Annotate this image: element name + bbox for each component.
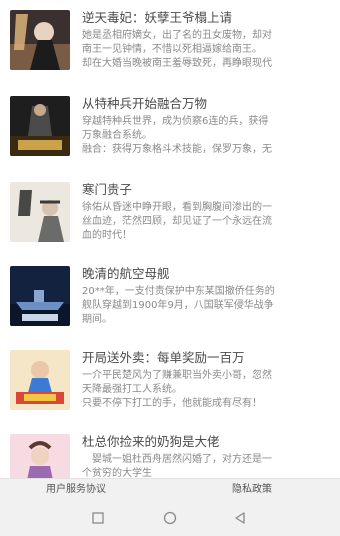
book-item[interactable]: 寒门贵子 徐佑从昏迷中睁开眼，看到胸腹间渗出的一 丝血迹，茫然四顾，却见证了一个… — [10, 182, 330, 262]
book-title[interactable]: 从特种兵开始融合万物 — [82, 96, 330, 112]
square-icon[interactable] — [88, 508, 108, 528]
description-line: 万象融合系统。 — [82, 130, 152, 141]
book-cover[interactable] — [10, 10, 70, 70]
description-line: 个贫穷的大学生 — [82, 468, 152, 478]
book-item[interactable]: 逆天毒妃：妖孽王爷榻上请 她是丞相府嫡女，出了名的丑女废物，却对 南王一见钟情，… — [10, 10, 330, 90]
book-cover[interactable] — [10, 434, 70, 478]
user-agreement-link[interactable]: 用户服务协议 — [46, 482, 106, 498]
book-item[interactable]: 从特种兵开始融合万物 穿越特种兵世界，成为侦察6连的兵，获得 万象融合系统。 融… — [10, 96, 330, 176]
privacy-policy-link[interactable]: 隐私政策 — [232, 482, 272, 498]
book-cover[interactable] — [10, 266, 70, 326]
description-line: 20**年，一支付责保护中东某国撤侨任务的 — [82, 286, 275, 297]
book-cover[interactable] — [10, 182, 70, 242]
book-item[interactable]: 开局送外卖：每单奖励一百万 一介平民楚风为了赚兼职当外卖小哥，忽然 天降最强打工… — [10, 350, 330, 430]
description-line: 丝血迹，茫然四顾，却见证了一个永远在流 — [82, 216, 272, 227]
book-item[interactable]: 晚清的航空母舰 20**年，一支付责保护中东某国撤侨任务的 舰队穿越到1900年… — [10, 266, 330, 346]
book-title[interactable]: 杜总你捡来的奶狗是大佬 — [82, 434, 330, 450]
book-description: 穿越特种兵世界，成为侦察6连的兵，获得 万象融合系统。 融合：获得万象格斗术技能… — [82, 115, 330, 157]
book-item[interactable]: 杜总你捡来的奶狗是大佬 婴城一姐杜西舟居然闪婚了，对方还是一 个贫穷的大学生 — [10, 434, 330, 478]
description-line: 婴城一姐杜西舟居然闪婚了，对方还是一 — [82, 454, 272, 465]
book-info: 逆天毒妃：妖孽王爷榻上请 她是丞相府嫡女，出了名的丑女废物，却对 南王一见钟情，… — [82, 10, 330, 71]
book-info: 从特种兵开始融合万物 穿越特种兵世界，成为侦察6连的兵，获得 万象融合系统。 融… — [82, 96, 330, 157]
description-line: 却在大婚当晚被南王羞辱致死，再睁眼现代 — [82, 58, 272, 69]
book-title[interactable]: 晚清的航空母舰 — [82, 266, 330, 282]
app-screen: 逆天毒妃：妖孽王爷榻上请 她是丞相府嫡女，出了名的丑女废物，却对 南王一见钟情，… — [0, 0, 340, 536]
book-info: 晚清的航空母舰 20**年，一支付责保护中东某国撤侨任务的 舰队穿越到1900年… — [82, 266, 330, 327]
book-description: 徐佑从昏迷中睁开眼，看到胸腹间渗出的一 丝血迹，茫然四顾，却见证了一个永远在流 … — [82, 201, 330, 243]
book-info: 杜总你捡来的奶狗是大佬 婴城一姐杜西舟居然闪婚了，对方还是一 个贫穷的大学生 — [82, 434, 330, 478]
description-line: 期间。 — [82, 314, 112, 325]
book-info: 寒门贵子 徐佑从昏迷中睁开眼，看到胸腹间渗出的一 丝血迹，茫然四顾，却见证了一个… — [82, 182, 330, 243]
description-line: 她是丞相府嫡女，出了名的丑女废物，却对 — [82, 30, 272, 41]
book-description: 婴城一姐杜西舟居然闪婚了，对方还是一 个贫穷的大学生 — [82, 453, 330, 478]
system-navigation-bar — [0, 500, 340, 536]
book-cover[interactable] — [10, 350, 70, 410]
description-line: 天降最强打工人系统。 — [82, 384, 182, 395]
book-title[interactable]: 开局送外卖：每单奖励一百万 — [82, 350, 330, 366]
book-title[interactable]: 寒门贵子 — [82, 182, 330, 198]
description-line: 穿越特种兵世界，成为侦察6连的兵，获得 — [82, 116, 269, 127]
footer-bar: 用户服务协议 隐私政策 — [0, 478, 340, 501]
book-description: 她是丞相府嫡女，出了名的丑女废物，却对 南王一见钟情，不惜以死相逼嫁给南王。 却… — [82, 29, 330, 71]
description-line: 舰队穿越到1900年9月，八国联军侵华战争 — [82, 300, 274, 311]
description-line: 一介平民楚风为了赚兼职当外卖小哥，忽然 — [82, 370, 272, 381]
book-info: 开局送外卖：每单奖励一百万 一介平民楚风为了赚兼职当外卖小哥，忽然 天降最强打工… — [82, 350, 330, 411]
book-description: 20**年，一支付责保护中东某国撤侨任务的 舰队穿越到1900年9月，八国联军侵… — [82, 285, 330, 327]
description-line: 只要不停下打工的手，他就能成有尽有！ — [82, 398, 262, 409]
book-cover[interactable] — [10, 96, 70, 156]
book-title[interactable]: 逆天毒妃：妖孽王爷榻上请 — [82, 10, 330, 26]
description-line: 南王一见钟情，不惜以死相逼嫁给南王。 — [82, 44, 262, 55]
description-line: 徐佑从昏迷中睁开眼，看到胸腹间渗出的一 — [82, 202, 272, 213]
circle-icon[interactable] — [160, 508, 180, 528]
description-line: 融合：获得万象格斗术技能，保罗万象，无 — [82, 144, 272, 155]
book-description: 一介平民楚风为了赚兼职当外卖小哥，忽然 天降最强打工人系统。 只要不停下打工的手… — [82, 369, 330, 411]
book-list[interactable]: 逆天毒妃：妖孽王爷榻上请 她是丞相府嫡女，出了名的丑女废物，却对 南王一见钟情，… — [0, 0, 340, 478]
description-line: 血的时代！ — [82, 230, 132, 241]
triangle-back-icon[interactable] — [230, 508, 250, 528]
